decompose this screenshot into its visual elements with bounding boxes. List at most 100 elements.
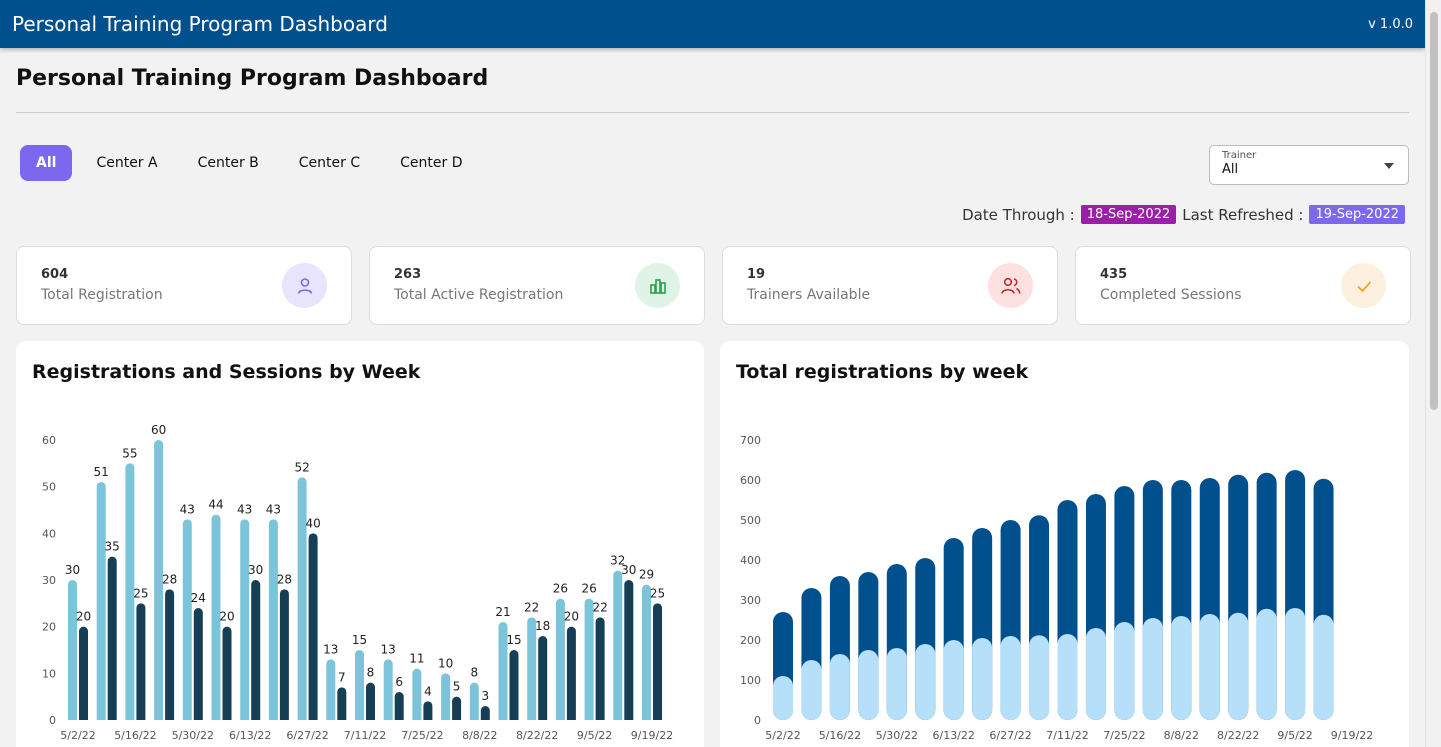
data-label: 25: [133, 586, 148, 600]
data-label: 20: [219, 610, 234, 624]
x-tick-label: 5/16/22: [114, 729, 156, 742]
stack-bar-mark: [829, 654, 850, 720]
trainer-select-value: All: [1222, 162, 1239, 177]
last-refreshed-badge: 19-Sep-2022: [1309, 205, 1405, 224]
stack-bar-mark: [1228, 612, 1249, 720]
bar-mark: [240, 519, 250, 720]
data-label: 25: [650, 586, 665, 600]
x-tick-label: 6/13/22: [229, 729, 271, 742]
bar-mark: [279, 589, 289, 720]
trainer-select[interactable]: Trainer All: [1209, 145, 1409, 185]
stack-bar-mark: [1256, 608, 1277, 720]
bar-mark: [642, 584, 651, 720]
x-tick-label: 9/5/22: [577, 729, 612, 742]
stack-bar-mark: [773, 676, 793, 720]
data-label: 28: [162, 572, 177, 586]
bar-mark: [96, 482, 106, 720]
y-tick-label: 50: [42, 481, 56, 494]
stack-bar-mark: [1000, 636, 1021, 720]
bar-mark: [366, 682, 375, 720]
date-through-label: Date Through :: [962, 205, 1075, 224]
stack-bar-mark: [1142, 618, 1163, 720]
bar-mark: [538, 636, 548, 720]
data-label: 55: [122, 446, 137, 460]
x-tick-label: 5/30/22: [172, 729, 214, 742]
data-label: 15: [352, 633, 367, 647]
bar-mark: [480, 706, 490, 720]
tab-center-a[interactable]: Center A: [80, 145, 173, 181]
data-label: 40: [305, 516, 320, 530]
y-tick-label: 300: [740, 594, 761, 607]
bar-mark: [613, 570, 623, 720]
bar-mark: [412, 668, 422, 720]
y-tick-label: 0: [754, 714, 761, 727]
kpi-card-total-registration: 604 Total Registration: [16, 246, 352, 325]
total-registrations-chart: 0 100 200 300 400 500 600 700 5/2/22 5/16/22 5/30/…: [740, 434, 1373, 742]
user-icon: [282, 263, 327, 308]
tab-center-b[interactable]: Center B: [182, 145, 275, 181]
y-tick-label: 100: [740, 674, 761, 687]
x-tick-label: 5/2/22: [60, 729, 95, 742]
data-label: 52: [294, 460, 309, 474]
stack-bar-mark: [1285, 608, 1306, 720]
data-label: 35: [105, 540, 120, 554]
bar-mark: [297, 477, 307, 720]
tab-center-d[interactable]: Center D: [384, 145, 478, 181]
data-label: 8: [367, 666, 375, 680]
kpi-card-trainers-available: 19 Trainers Available: [722, 246, 1058, 325]
registrations-sessions-chart: 0102030405060302051355525602843244420433…: [42, 423, 673, 742]
data-label: 20: [76, 610, 91, 624]
y-tick-label: 400: [740, 554, 761, 567]
bar-mark: [383, 659, 393, 720]
y-tick-label: 200: [740, 634, 761, 647]
data-label: 24: [191, 591, 206, 605]
y-tick-label: 500: [740, 514, 761, 527]
stack-bar-mark: [915, 644, 936, 720]
data-label: 6: [395, 675, 403, 689]
stack-bar-mark: [1057, 634, 1078, 720]
y-tick-label: 60: [42, 434, 56, 447]
stack-bar-mark: [1085, 628, 1106, 720]
tab-center-c[interactable]: Center C: [283, 145, 376, 181]
date-through-badge: 18-Sep-2022: [1080, 205, 1177, 224]
data-label: 21: [495, 605, 510, 619]
tab-all[interactable]: All: [20, 145, 73, 181]
data-label: 43: [180, 502, 195, 516]
bar-mark: [308, 533, 318, 720]
data-label: 4: [424, 684, 432, 698]
bar-mark: [326, 659, 336, 720]
stack-bar-mark: [886, 648, 907, 720]
title-divider: [16, 112, 1409, 113]
x-tick-label: 9/19/22: [631, 729, 673, 742]
chevron-down-icon[interactable]: [1384, 163, 1394, 169]
bar-mark: [394, 692, 404, 720]
scrollbar-thumb[interactable]: [1430, 12, 1438, 410]
data-label: 43: [237, 502, 252, 516]
data-label: 20: [564, 610, 579, 624]
x-tick-label: 7/25/22: [1103, 729, 1145, 742]
stack-bar-mark: [972, 638, 993, 720]
bar-mark: [193, 608, 203, 720]
stack-bar-mark: [1313, 614, 1334, 720]
center-tabs: All Center A Center B Center C Center D: [20, 145, 479, 181]
bar-mark: [79, 626, 88, 720]
x-tick-label: 7/11/22: [1046, 729, 1088, 742]
data-label: 30: [65, 563, 80, 577]
stack-bar-mark: [858, 650, 879, 720]
y-tick-label: 700: [740, 434, 761, 447]
app-title: Personal Training Program Dashboard: [12, 12, 388, 36]
bar-mark: [107, 556, 117, 720]
app-bar: Personal Training Program Dashboard v 1.…: [0, 0, 1425, 48]
bar-mark: [624, 580, 634, 720]
data-label: 8: [470, 666, 478, 680]
data-label: 43: [266, 502, 281, 516]
bar-mark: [469, 682, 479, 720]
page-scrollbar[interactable]: [1425, 0, 1441, 747]
x-tick-label: 8/22/22: [1217, 729, 1259, 742]
bar-mark: [136, 603, 146, 720]
x-tick-label: 6/27/22: [989, 729, 1031, 742]
x-tick-label: 8/22/22: [516, 729, 558, 742]
kpi-card-total-active-registration: 263 Total Active Registration: [369, 246, 705, 325]
y-tick-label: 40: [42, 527, 56, 540]
stack-bar-mark: [1199, 614, 1220, 720]
